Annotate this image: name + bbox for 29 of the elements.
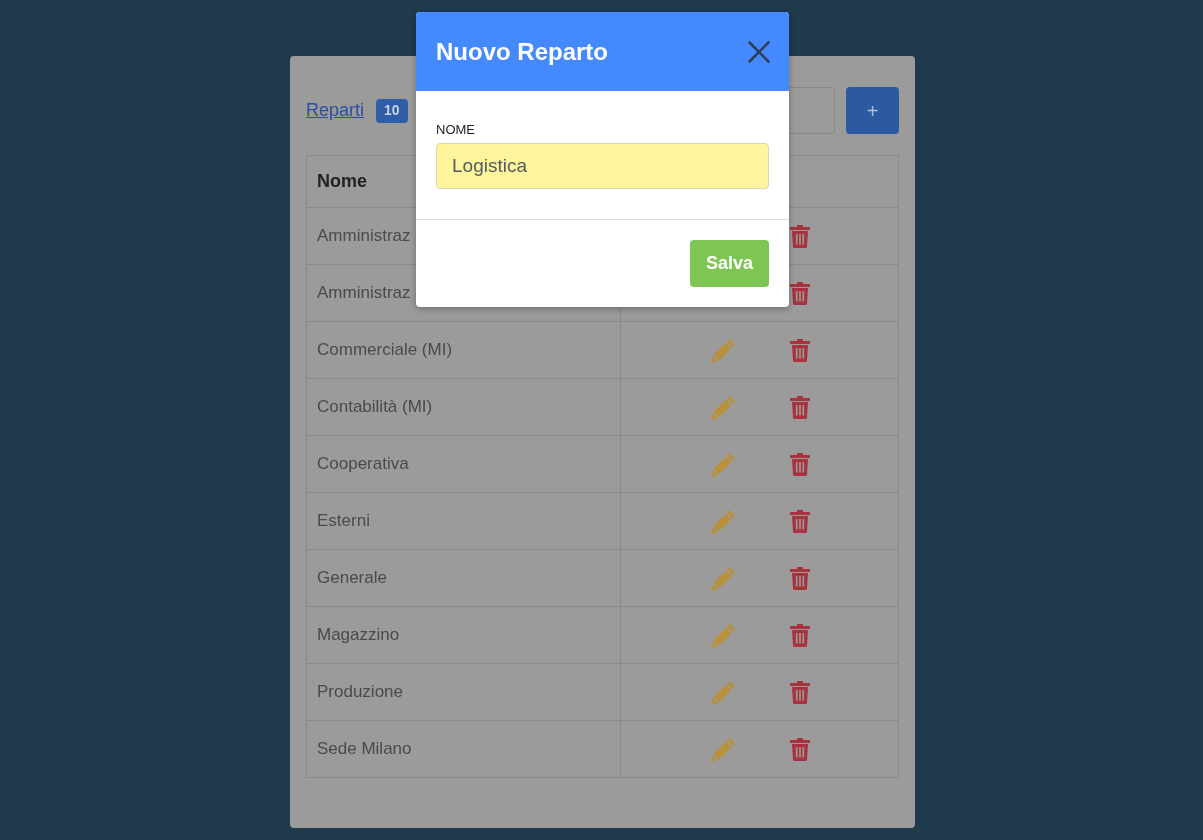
modal-title: Nuovo Reparto — [436, 36, 608, 67]
table-cell: Amministraz — [317, 283, 411, 303]
trash-icon[interactable] — [790, 509, 810, 533]
table-cell: Produzione — [317, 682, 403, 702]
trash-icon[interactable] — [790, 395, 810, 419]
trash-icon[interactable] — [790, 566, 810, 590]
reparti-link[interactable]: Reparti — [306, 97, 365, 124]
table-cell: Esterni — [317, 511, 370, 531]
count-badge: 10 — [376, 98, 408, 123]
trash-icon[interactable] — [790, 680, 810, 704]
trash-icon[interactable] — [790, 737, 810, 761]
table-cell: Amministraz — [317, 226, 411, 246]
trash-icon[interactable] — [790, 623, 810, 647]
trash-icon[interactable] — [790, 224, 810, 248]
trash-icon[interactable] — [790, 281, 810, 305]
table-cell: Magazzino — [317, 625, 400, 645]
add-button[interactable]: + — [846, 87, 899, 134]
table-cell: Cooperativa — [317, 454, 409, 474]
column-header: Nome — [317, 171, 367, 191]
close-icon[interactable] — [748, 40, 770, 63]
table-cell: Sede Milano — [317, 739, 412, 759]
trash-icon[interactable] — [790, 338, 810, 362]
field-label: NOME — [436, 122, 475, 137]
table-cell: Contabilità (MI) — [317, 397, 433, 417]
name-input[interactable]: Logistica — [436, 143, 769, 189]
trash-icon[interactable] — [790, 452, 810, 476]
table-cell: Commerciale (MI) — [317, 340, 453, 360]
table-cell: Generale — [317, 568, 387, 588]
save-button[interactable]: Salva — [689, 240, 769, 287]
